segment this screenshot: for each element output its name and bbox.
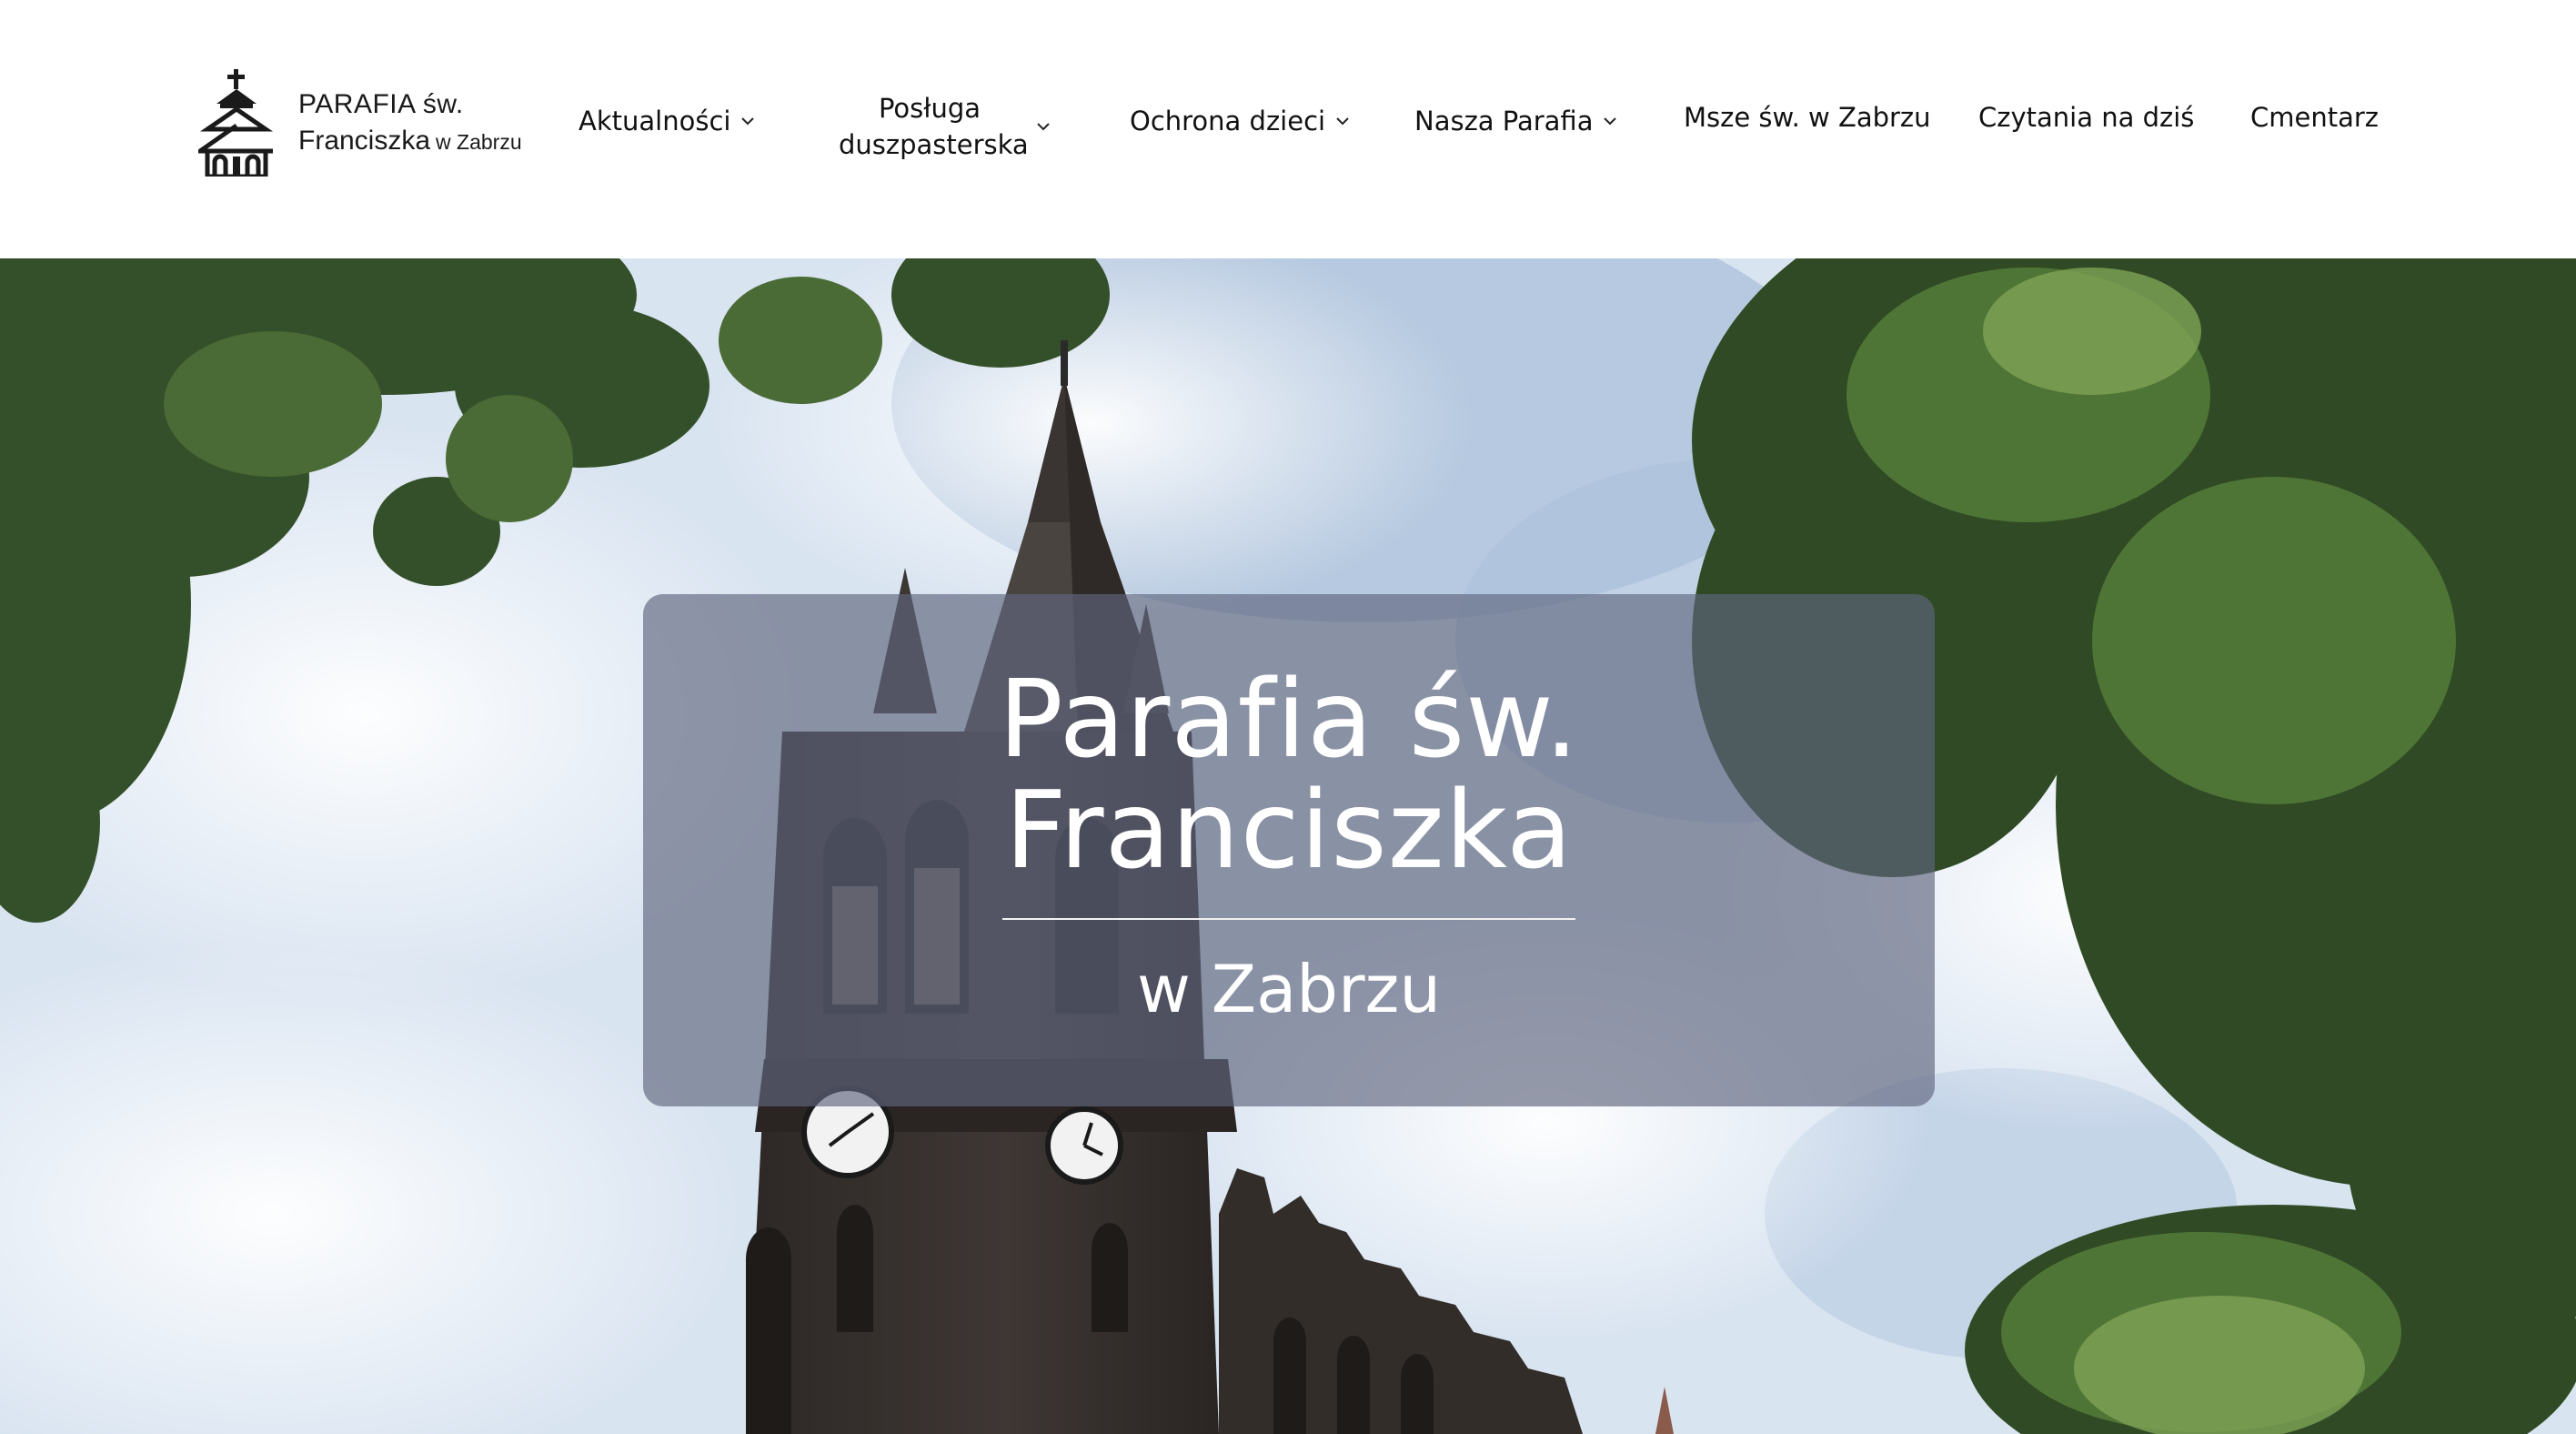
hero-subtitle: w Zabrzu [1137,951,1441,1027]
nav-item-cmentarz[interactable]: Cmentarz [2250,102,2379,133]
nav-label: Cmentarz [2250,102,2380,133]
hero-title-line2: Franciszka [1004,767,1574,893]
nav-label: Msze św. w Zabrzu [1684,102,1931,133]
nav-label: Ochrona dzieci [1130,106,1326,136]
nav-item-nasza-parafia[interactable]: Nasza Parafia [1414,106,1617,136]
hero-title: Parafia św. Franciszka [999,663,1580,885]
nav-item-msze[interactable]: Msze św. w Zabrzu [1684,102,1931,133]
main-nav: Aktualności Posługa duszpasterska Ochron… [0,0,2576,258]
chevron-down-icon [1604,116,1617,125]
nav-label: Posługa duszpasterska [839,93,1029,160]
hero-title-line1: Parafia św. [998,656,1580,782]
hero-section: Parafia św. Franciszka w Zabrzu [0,258,2576,1434]
chevron-down-icon [741,116,755,125]
nav-item-posluga-duszpasterska[interactable]: Posługa duszpasterska [839,90,1050,163]
chevron-down-icon [1336,116,1349,125]
site-header: PARAFIA św. Franciszka w Zabrzu Aktualnoś… [0,0,2576,258]
nav-item-ochrona-dzieci[interactable]: Ochrona dzieci [1130,106,1349,136]
nav-label: Aktualności [579,106,731,136]
nav-label: Nasza Parafia [1414,106,1594,136]
nav-item-aktualnosci[interactable]: Aktualności [579,106,755,136]
chevron-down-icon [1037,122,1050,130]
nav-label: Czytania na dziś [1978,102,2195,133]
hero-title-card: Parafia św. Franciszka w Zabrzu [643,594,1935,1106]
hero-divider [1002,918,1575,920]
nav-item-czytania[interactable]: Czytania na dziś [1978,102,2194,133]
